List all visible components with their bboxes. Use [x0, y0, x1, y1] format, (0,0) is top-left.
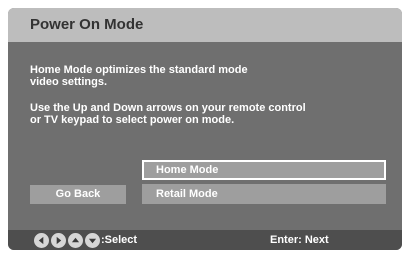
footer-bar: :Select Enter: Next — [8, 230, 402, 250]
nav-icons — [34, 232, 102, 248]
up-arrow-icon — [68, 232, 83, 248]
select-hint: :Select — [101, 234, 138, 246]
go-back-label: Go Back — [55, 188, 101, 200]
home-mode-option[interactable]: Home Mode — [142, 160, 386, 180]
down-arrow-icon — [85, 232, 100, 248]
instruction-line-2: or TV keypad to select power on mode. — [30, 114, 235, 126]
page-title: Power On Mode — [30, 16, 144, 33]
description-line-2: video settings. — [30, 76, 108, 88]
go-back-button[interactable]: Go Back — [30, 185, 126, 204]
retail-mode-label: Retail Mode — [156, 188, 218, 200]
power-on-mode-screen: Power On Mode Home Mode optimizes the st… — [8, 8, 402, 250]
enter-next-hint: Enter: Next — [270, 234, 329, 246]
right-arrow-icon — [51, 232, 66, 248]
instruction-text: Use the Up and Down arrows on your remot… — [30, 102, 306, 126]
title-bar: Power On Mode — [8, 8, 402, 42]
left-arrow-icon — [34, 232, 49, 248]
retail-mode-option[interactable]: Retail Mode — [142, 184, 386, 204]
instruction-line-1: Use the Up and Down arrows on your remot… — [30, 102, 306, 114]
home-mode-label: Home Mode — [156, 164, 219, 176]
description-text: Home Mode optimizes the standard mode vi… — [30, 64, 248, 88]
description-line-1: Home Mode optimizes the standard mode — [30, 64, 248, 76]
